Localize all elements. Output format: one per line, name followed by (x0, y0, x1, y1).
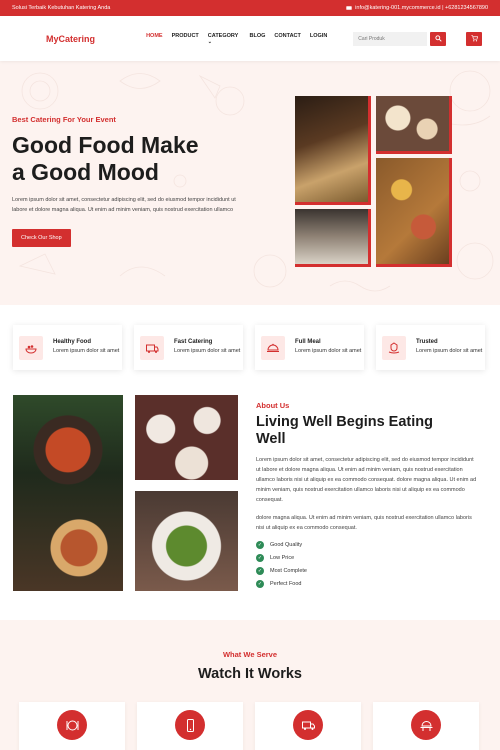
about-paragraph: Lorem ipsum dolor sit amet, consectetur … (256, 457, 477, 503)
restaurant-icon (57, 710, 87, 740)
top-bar-contact[interactable]: info@katering-001.mycommerce.id | +62812… (346, 5, 488, 11)
list-item: ✓ Low Price (256, 554, 478, 563)
feature-desc: Lorem ipsum dolor sit amet (295, 348, 362, 355)
check-icon: ✓ (256, 554, 264, 563)
feature-desc: Lorem ipsum dolor sit amet (416, 348, 483, 355)
serve-title: Watch It Works (198, 666, 302, 682)
navbar: MyCatering HOME PRODUCT CATEGORY ⌄ BLOG … (0, 16, 500, 61)
steps-row (19, 702, 479, 750)
feature-card: Trusted Lorem ipsum dolor sit amet (376, 325, 485, 370)
serving-table-icon (411, 710, 441, 740)
hero-photo-collage (295, 96, 452, 267)
list-item: ✓ Most Complete (256, 567, 478, 576)
food-photo (295, 96, 371, 205)
nav-category-label: CATEGORY (207, 32, 239, 39)
list-item: ✓ Good Quality (256, 541, 478, 550)
nav-home[interactable]: HOME (146, 33, 163, 45)
check-icon: ✓ (256, 580, 264, 589)
catering-truck-icon (140, 335, 164, 360)
site-logo[interactable]: MyCatering (46, 34, 146, 44)
search-button[interactable] (430, 31, 447, 46)
nav-product[interactable]: PRODUCT (172, 33, 199, 45)
check-label: Low Price (270, 555, 295, 562)
hero-subtitle: Best Catering For Your Event (12, 115, 116, 124)
about-title-line2: Well (256, 431, 286, 448)
list-item: ✓ Perfect Food (256, 580, 478, 589)
feature-title: Fast Catering (174, 339, 213, 346)
food-plate-icon (19, 335, 43, 360)
check-icon: ✓ (256, 567, 264, 576)
contact-text[interactable]: info@katering-001.mycommerce.id | +62812… (355, 5, 488, 11)
step-card (373, 702, 479, 750)
nav-contact[interactable]: CONTACT (274, 33, 300, 45)
mobile-order-icon (175, 710, 205, 740)
cloche-icon (261, 335, 285, 360)
top-bar: Solusi Terbaik Kebutuhan Katering Anda i… (0, 0, 500, 16)
food-photo (376, 158, 452, 267)
feature-desc: Lorem ipsum dolor sit amet (174, 348, 241, 355)
step-card (19, 702, 125, 750)
feature-checklist: ✓ Good Quality ✓ Low Price ✓ Most Complete … (256, 541, 478, 589)
about-title-line1: Living Well Begins Eating (256, 414, 433, 430)
feature-card: Healthy Food Lorem ipsum dolor sit amet (13, 325, 122, 370)
search-input[interactable] (353, 31, 428, 46)
cart-button[interactable] (466, 31, 482, 46)
search-icon (435, 35, 442, 42)
check-label: Most Complete (270, 568, 307, 575)
hero-text: Best Catering For Your Event Good Food M… (12, 115, 252, 248)
step-card (137, 702, 243, 750)
what-we-serve-section: What We Serve Watch It Works (0, 620, 500, 750)
food-photo (135, 395, 238, 480)
cart-icon (470, 35, 478, 42)
nav-category[interactable]: CATEGORY ⌄ (208, 33, 241, 45)
chevron-down-icon: ⌄ (207, 38, 212, 45)
hero-description: Lorem ipsum dolor sit amet, consectetur … (12, 197, 236, 214)
food-photo (376, 96, 452, 154)
hero-title-line2: a Good Mood (12, 159, 159, 186)
check-label: Perfect Food (270, 581, 302, 588)
about-section: About Us Living Well Begins Eating Well … (256, 401, 478, 593)
hand-trust-icon (382, 335, 406, 360)
feature-desc: Lorem ipsum dolor sit amet (53, 348, 120, 355)
feature-card: Full Meal Lorem ipsum dolor sit amet (255, 325, 364, 370)
check-label: Good Quality (270, 542, 303, 549)
about-title: Living Well Begins Eating Well (256, 414, 478, 448)
about-paragraph: dolore magna aliqua. Ut enim ad minim ve… (256, 514, 472, 531)
hero-title: Good Food Make a Good Mood (12, 132, 252, 186)
main-menu: HOME PRODUCT CATEGORY ⌄ BLOG CONTACT LOG… (146, 33, 327, 45)
food-photo (295, 209, 371, 267)
serve-subtitle: What We Serve (222, 650, 278, 659)
hero-title-line1: Good Food Make (12, 132, 199, 158)
hero-section: Best Catering For Your Event Good Food M… (0, 61, 500, 305)
nav-blog[interactable]: BLOG (250, 33, 266, 45)
feature-card: Fast Catering Lorem ipsum dolor sit amet (134, 325, 243, 370)
about-subtitle: About Us (256, 401, 290, 410)
nav-login[interactable]: LOGIN (310, 33, 327, 45)
food-photo (135, 491, 238, 591)
feature-title: Full Meal (295, 339, 321, 346)
food-photo (13, 395, 123, 591)
features-row: Healthy Food Lorem ipsum dolor sit amet … (13, 325, 485, 370)
check-shop-button[interactable]: Check Our Shop (12, 229, 71, 248)
feature-title: Trusted (416, 339, 438, 346)
step-card (255, 702, 361, 750)
feature-title: Healthy Food (53, 339, 92, 346)
check-icon: ✓ (256, 541, 264, 550)
top-bar-tagline: Solusi Terbaik Kebutuhan Katering Anda (12, 5, 111, 11)
search-form (353, 31, 447, 46)
mail-icon (346, 6, 352, 10)
delivery-truck-icon (293, 710, 323, 740)
